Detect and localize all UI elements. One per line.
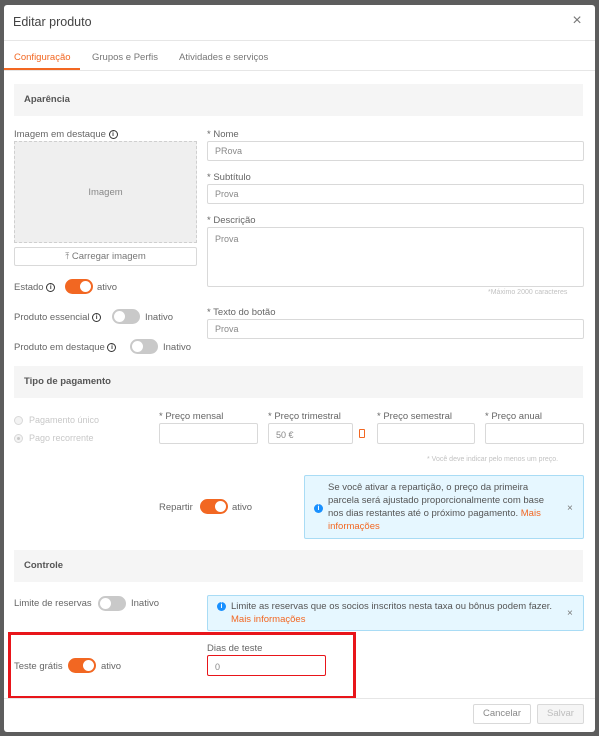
split-label: Repartir — [159, 502, 193, 513]
save-button[interactable]: Salvar — [537, 704, 584, 724]
button-text-label: * Texto do botão — [207, 307, 276, 318]
info-icon[interactable]: i — [108, 129, 118, 139]
booking-alert-text: Limite as reservas que os socios inscrit… — [231, 601, 553, 625]
booking-limit-info-alert: i Limite as reservas que os socios inscr… — [207, 595, 584, 631]
info-circle-icon: i — [217, 602, 226, 611]
cancel-button[interactable]: Cancelar — [473, 704, 531, 724]
tab-configuracao[interactable]: Configuração — [14, 52, 71, 63]
info-icon[interactable]: i — [92, 312, 102, 322]
radio-single-payment[interactable] — [14, 416, 23, 425]
tabs-divider — [4, 70, 595, 71]
section-control: Controle — [14, 550, 583, 582]
close-icon[interactable]: × — [567, 608, 573, 619]
close-icon[interactable]: × — [567, 503, 573, 514]
trial-value: ativo — [101, 661, 122, 672]
essential-label: Produto essencial i — [14, 312, 102, 323]
more-info-link[interactable]: Mais informações — [231, 614, 305, 625]
image-label: Imagem em destaque i — [14, 129, 118, 140]
price-hint: * Você deve indicar pelo menos um preço. — [427, 456, 559, 463]
upload-image-button[interactable]: ⤒ Carregar imagem — [14, 247, 197, 266]
subtitle-label: * Subtítulo — [207, 172, 251, 183]
quarterly-price-label: * Preço trimestral — [268, 411, 341, 422]
featured-toggle[interactable] — [130, 339, 158, 354]
tab-grupos-e-perfis[interactable]: Grupos e Perfis — [92, 52, 158, 63]
description-textarea[interactable]: Prova — [207, 227, 584, 287]
semester-price-input[interactable] — [377, 423, 475, 444]
footer-divider — [4, 698, 595, 699]
toggle-knob — [114, 311, 125, 322]
close-icon[interactable]: × — [571, 13, 583, 29]
annual-price-label: * Preço anual — [485, 411, 543, 422]
section-payment: Tipo de pagamento — [14, 366, 583, 398]
tab-atividades-e-servicos[interactable]: Atividades e serviços — [179, 52, 268, 63]
section-title: Aparência — [24, 94, 70, 105]
split-value: ativo — [232, 502, 253, 513]
annual-price-input[interactable] — [485, 423, 584, 444]
description-hint: *Máximo 2000 caracteres — [488, 289, 568, 296]
toggle-knob — [100, 598, 111, 609]
description-label: * Descrição — [207, 215, 256, 226]
image-placeholder: Imagem — [88, 187, 123, 198]
trial-days-input[interactable]: 0 — [207, 655, 326, 676]
toggle-knob — [132, 341, 143, 352]
essential-value: Inativo — [145, 312, 173, 323]
toggle-knob — [83, 660, 94, 671]
info-icon[interactable]: i — [46, 282, 56, 292]
name-input[interactable]: PRova — [207, 141, 584, 161]
state-label: Estado i — [14, 282, 56, 293]
state-toggle[interactable] — [65, 279, 93, 294]
trial-toggle[interactable] — [68, 658, 96, 673]
name-label: * Nome — [207, 129, 239, 140]
quarterly-price-input[interactable]: 50 € — [268, 423, 353, 444]
featured-value: Inativo — [163, 342, 191, 353]
split-info-alert: i Se você ativar a repartição, o preço d… — [304, 475, 584, 539]
booking-limit-value: Inativo — [131, 598, 159, 609]
image-dropzone[interactable]: Imagem — [14, 141, 197, 243]
modal-title: Editar produto — [13, 15, 92, 29]
subtitle-input[interactable]: Prova — [207, 184, 584, 204]
radio-recurring-label: Pago recorrente — [29, 433, 94, 443]
essential-toggle[interactable] — [112, 309, 140, 324]
toggle-knob — [215, 501, 226, 512]
edit-product-modal: Editar produto × Configuração Grupos e P… — [4, 5, 595, 732]
split-toggle[interactable] — [200, 499, 228, 514]
featured-label: Produto em destaque i — [14, 342, 117, 353]
trial-days-label: Dias de teste — [207, 643, 263, 654]
radio-recurring-payment[interactable] — [14, 434, 23, 443]
split-alert-text: Se você ativar a repartição, o preço da … — [328, 482, 544, 532]
info-icon[interactable]: i — [107, 342, 117, 352]
semester-price-label: * Preço semestral — [377, 411, 452, 422]
office-icon — [359, 429, 365, 438]
header-divider — [4, 40, 595, 41]
radio-single-label: Pagamento único — [29, 415, 100, 425]
section-title: Tipo de pagamento — [24, 376, 111, 387]
section-title: Controle — [24, 560, 64, 571]
booking-limit-toggle[interactable] — [98, 596, 126, 611]
section-appearance: Aparência — [14, 84, 583, 116]
toggle-knob — [80, 281, 91, 292]
monthly-price-input[interactable] — [159, 423, 258, 444]
upload-icon: ⤒ — [65, 251, 70, 261]
info-circle-icon: i — [314, 504, 323, 513]
trial-label: Teste grátis — [14, 661, 63, 672]
button-text-input[interactable]: Prova — [207, 319, 584, 339]
monthly-price-label: * Preço mensal — [159, 411, 224, 422]
state-value: ativo — [97, 282, 118, 293]
booking-limit-label: Limite de reservas — [14, 598, 92, 609]
